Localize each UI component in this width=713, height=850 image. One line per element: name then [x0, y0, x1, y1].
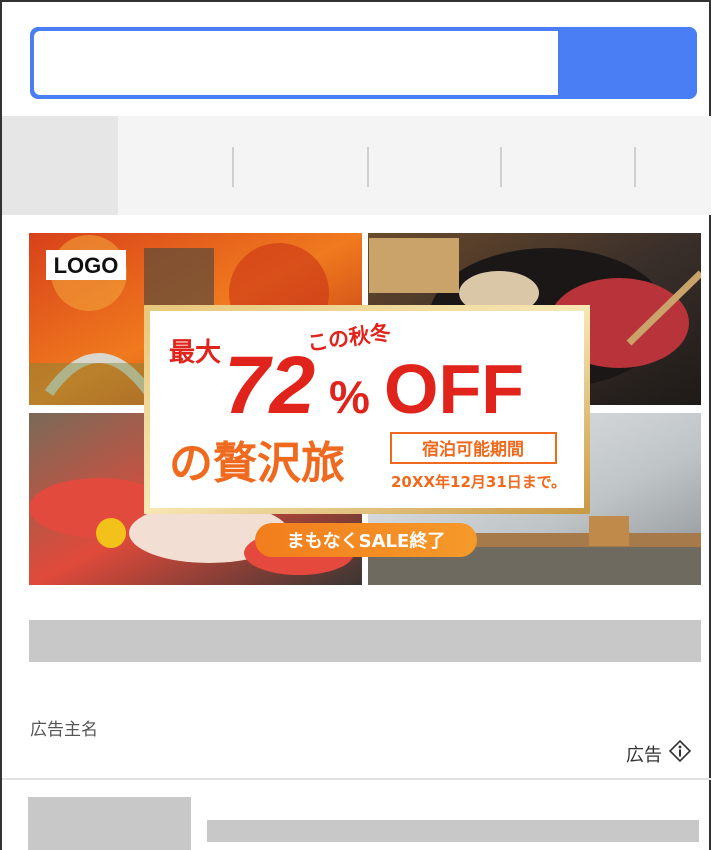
tab-divider	[500, 147, 502, 187]
period-date: 20XX年12月31日まで。	[391, 473, 566, 491]
ad-label-text: 広告	[626, 744, 662, 766]
section-divider	[2, 778, 711, 780]
search-button[interactable]	[560, 27, 697, 99]
logo: LOGO	[54, 253, 119, 278]
period-label: 宿泊可能期間	[422, 439, 524, 460]
text-placeholder	[207, 820, 699, 842]
advertiser-name: 広告主名	[30, 720, 98, 740]
ad-label[interactable]: 広告	[626, 739, 692, 768]
luxury-trip-text: の贅沢旅	[169, 438, 345, 489]
tab-2[interactable]	[120, 116, 233, 215]
thumbnail-placeholder	[28, 797, 191, 850]
info-icon[interactable]	[668, 739, 692, 768]
discount-percent: %	[329, 371, 370, 423]
discount-off: OFF	[384, 350, 524, 428]
tab-1[interactable]	[2, 116, 118, 215]
tab-divider	[634, 147, 636, 187]
search-input[interactable]	[34, 31, 558, 95]
tab-divider	[367, 147, 369, 187]
headline-prefix: 最大	[169, 338, 221, 368]
tab-bar	[2, 116, 711, 215]
discount-value: 72	[224, 340, 315, 431]
tab-5[interactable]	[503, 116, 634, 215]
sale-badge-text: まもなくSALE終了	[287, 530, 446, 552]
tab-divider	[232, 147, 234, 187]
ad-banner[interactable]: LOGO この秋冬 最大 72 % OFF の贅沢旅 宿泊可能期間 20XX年1…	[29, 233, 701, 585]
ad-title-placeholder	[29, 620, 701, 662]
tab-3[interactable]	[235, 116, 367, 215]
tab-4[interactable]	[370, 116, 500, 215]
